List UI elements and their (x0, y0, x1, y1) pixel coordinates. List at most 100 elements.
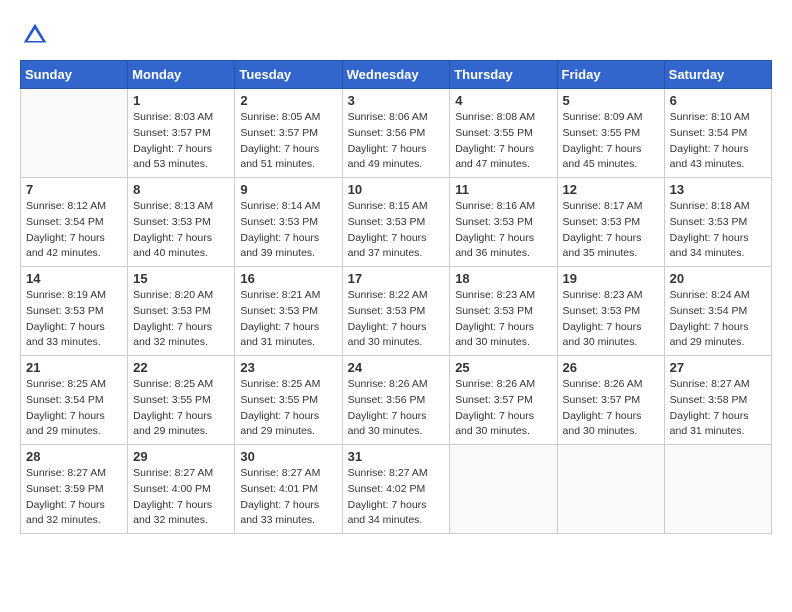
day-info: Sunrise: 8:08 AM Sunset: 3:55 PM Dayligh… (455, 110, 551, 173)
day-number: 20 (670, 271, 766, 286)
day-info: Sunrise: 8:27 AM Sunset: 3:59 PM Dayligh… (26, 466, 122, 529)
calendar-cell: 25Sunrise: 8:26 AM Sunset: 3:57 PM Dayli… (450, 356, 557, 445)
calendar-cell: 4Sunrise: 8:08 AM Sunset: 3:55 PM Daylig… (450, 89, 557, 178)
calendar-week-row: 7 Sunrise: 8:12 AM Sunset: 3:54 PM Daylig… (21, 178, 772, 267)
calendar-week-row: 28 Sunrise: 8:27 AM Sunset: 3:59 PM Dayli… (21, 445, 772, 534)
day-info: Sunrise: 8:18 AM Sunset: 3:53 PM Dayligh… (670, 199, 766, 262)
day-info: Sunrise: 8:15 AM Sunset: 3:53 PM Dayligh… (348, 199, 445, 262)
calendar-cell: 8 Sunrise: 8:13 AM Sunset: 3:53 PM Daylig… (128, 178, 235, 267)
day-number: 5 (563, 93, 659, 108)
calendar-cell: 1 Sunrise: 8:03 AM Sunset: 3:57 PM Daylig… (128, 89, 235, 178)
day-info: Sunrise: 8:22 AM Sunset: 3:53 PM Dayligh… (348, 288, 445, 351)
calendar-day-header: Sunday (21, 61, 128, 89)
day-info: Sunrise: 8:27 AM Sunset: 4:00 PM Dayligh… (133, 466, 229, 529)
day-number: 28 (26, 449, 122, 464)
day-number: 10 (348, 182, 445, 197)
day-number: 16 (240, 271, 336, 286)
day-info: Sunrise: 8:27 AM Sunset: 4:01 PM Dayligh… (240, 466, 336, 529)
day-info: Sunrise: 8:26 AM Sunset: 3:56 PM Dayligh… (348, 377, 445, 440)
calendar-cell: 30 Sunrise: 8:27 AM Sunset: 4:01 PM Dayli… (235, 445, 342, 534)
calendar-cell (557, 445, 664, 534)
day-number: 7 (26, 182, 122, 197)
day-number: 17 (348, 271, 445, 286)
day-info: Sunrise: 8:23 AM Sunset: 3:53 PM Dayligh… (563, 288, 659, 351)
day-info: Sunrise: 8:26 AM Sunset: 3:57 PM Dayligh… (563, 377, 659, 440)
calendar-cell: 15 Sunrise: 8:20 AM Sunset: 3:53 PM Dayli… (128, 267, 235, 356)
calendar-cell: 3 Sunrise: 8:06 AM Sunset: 3:56 PM Daylig… (342, 89, 450, 178)
calendar-day-header: Monday (128, 61, 235, 89)
calendar-cell: 20 Sunrise: 8:24 AM Sunset: 3:54 PM Dayli… (664, 267, 771, 356)
day-info: Sunrise: 8:03 AM Sunset: 3:57 PM Dayligh… (133, 110, 229, 173)
day-number: 2 (240, 93, 336, 108)
calendar-day-header: Thursday (450, 61, 557, 89)
day-info: Sunrise: 8:06 AM Sunset: 3:56 PM Dayligh… (348, 110, 445, 173)
day-info: Sunrise: 8:24 AM Sunset: 3:54 PM Dayligh… (670, 288, 766, 351)
calendar-day-header: Tuesday (235, 61, 342, 89)
day-info: Sunrise: 8:05 AM Sunset: 3:57 PM Dayligh… (240, 110, 336, 173)
calendar-week-row: 21Sunrise: 8:25 AM Sunset: 3:54 PM Dayli… (21, 356, 772, 445)
day-info: Sunrise: 8:17 AM Sunset: 3:53 PM Dayligh… (563, 199, 659, 262)
calendar-cell: 14 Sunrise: 8:19 AM Sunset: 3:53 PM Dayli… (21, 267, 128, 356)
logo-icon (20, 20, 50, 50)
day-info: Sunrise: 8:26 AM Sunset: 3:57 PM Dayligh… (455, 377, 551, 440)
calendar-cell: 13 Sunrise: 8:18 AM Sunset: 3:53 PM Dayli… (664, 178, 771, 267)
calendar-cell: 29 Sunrise: 8:27 AM Sunset: 4:00 PM Dayli… (128, 445, 235, 534)
day-number: 29 (133, 449, 229, 464)
day-info: Sunrise: 8:20 AM Sunset: 3:53 PM Dayligh… (133, 288, 229, 351)
day-number: 1 (133, 93, 229, 108)
day-info: Sunrise: 8:14 AM Sunset: 3:53 PM Dayligh… (240, 199, 336, 262)
calendar-week-row: 1 Sunrise: 8:03 AM Sunset: 3:57 PM Daylig… (21, 89, 772, 178)
day-number: 23 (240, 360, 336, 375)
day-info: Sunrise: 8:13 AM Sunset: 3:53 PM Dayligh… (133, 199, 229, 262)
day-info: Sunrise: 8:21 AM Sunset: 3:53 PM Dayligh… (240, 288, 336, 351)
day-number: 22 (133, 360, 229, 375)
day-info: Sunrise: 8:09 AM Sunset: 3:55 PM Dayligh… (563, 110, 659, 173)
calendar-cell: 23 Sunrise: 8:25 AM Sunset: 3:55 PM Dayli… (235, 356, 342, 445)
day-info: Sunrise: 8:10 AM Sunset: 3:54 PM Dayligh… (670, 110, 766, 173)
calendar-cell: 31 Sunrise: 8:27 AM Sunset: 4:02 PM Dayli… (342, 445, 450, 534)
day-info: Sunrise: 8:12 AM Sunset: 3:54 PM Dayligh… (26, 199, 122, 262)
day-info: Sunrise: 8:19 AM Sunset: 3:53 PM Dayligh… (26, 288, 122, 351)
calendar-week-row: 14 Sunrise: 8:19 AM Sunset: 3:53 PM Dayli… (21, 267, 772, 356)
day-number: 30 (240, 449, 336, 464)
day-info: Sunrise: 8:25 AM Sunset: 3:55 PM Dayligh… (240, 377, 336, 440)
day-info: Sunrise: 8:25 AM Sunset: 3:54 PM Dayligh… (26, 377, 122, 440)
day-info: Sunrise: 8:25 AM Sunset: 3:55 PM Dayligh… (133, 377, 229, 440)
calendar-day-header: Friday (557, 61, 664, 89)
calendar-cell: 22 Sunrise: 8:25 AM Sunset: 3:55 PM Dayli… (128, 356, 235, 445)
calendar-day-header: Wednesday (342, 61, 450, 89)
day-number: 12 (563, 182, 659, 197)
page-header (20, 20, 772, 50)
day-number: 11 (455, 182, 551, 197)
day-number: 8 (133, 182, 229, 197)
day-info: Sunrise: 8:27 AM Sunset: 4:02 PM Dayligh… (348, 466, 445, 529)
day-number: 24 (348, 360, 445, 375)
calendar-cell: 12 Sunrise: 8:17 AM Sunset: 3:53 PM Dayli… (557, 178, 664, 267)
day-number: 13 (670, 182, 766, 197)
day-number: 31 (348, 449, 445, 464)
calendar-cell (664, 445, 771, 534)
calendar-table: SundayMondayTuesdayWednesdayThursdayFrid… (20, 60, 772, 534)
calendar-cell: 9Sunrise: 8:14 AM Sunset: 3:53 PM Daylig… (235, 178, 342, 267)
day-number: 14 (26, 271, 122, 286)
day-number: 6 (670, 93, 766, 108)
day-number: 3 (348, 93, 445, 108)
day-number: 15 (133, 271, 229, 286)
calendar-cell: 18Sunrise: 8:23 AM Sunset: 3:53 PM Dayli… (450, 267, 557, 356)
day-number: 19 (563, 271, 659, 286)
calendar-cell: 6 Sunrise: 8:10 AM Sunset: 3:54 PM Daylig… (664, 89, 771, 178)
calendar-cell: 27 Sunrise: 8:27 AM Sunset: 3:58 PM Dayli… (664, 356, 771, 445)
calendar-cell: 16 Sunrise: 8:21 AM Sunset: 3:53 PM Dayli… (235, 267, 342, 356)
calendar-cell (21, 89, 128, 178)
calendar-cell: 21Sunrise: 8:25 AM Sunset: 3:54 PM Dayli… (21, 356, 128, 445)
logo (20, 20, 56, 50)
calendar-day-header: Saturday (664, 61, 771, 89)
calendar-cell: 28 Sunrise: 8:27 AM Sunset: 3:59 PM Dayli… (21, 445, 128, 534)
calendar-cell: 11Sunrise: 8:16 AM Sunset: 3:53 PM Dayli… (450, 178, 557, 267)
day-number: 26 (563, 360, 659, 375)
day-number: 27 (670, 360, 766, 375)
day-info: Sunrise: 8:27 AM Sunset: 3:58 PM Dayligh… (670, 377, 766, 440)
calendar-cell (450, 445, 557, 534)
calendar-cell: 2 Sunrise: 8:05 AM Sunset: 3:57 PM Daylig… (235, 89, 342, 178)
calendar-cell: 26 Sunrise: 8:26 AM Sunset: 3:57 PM Dayli… (557, 356, 664, 445)
